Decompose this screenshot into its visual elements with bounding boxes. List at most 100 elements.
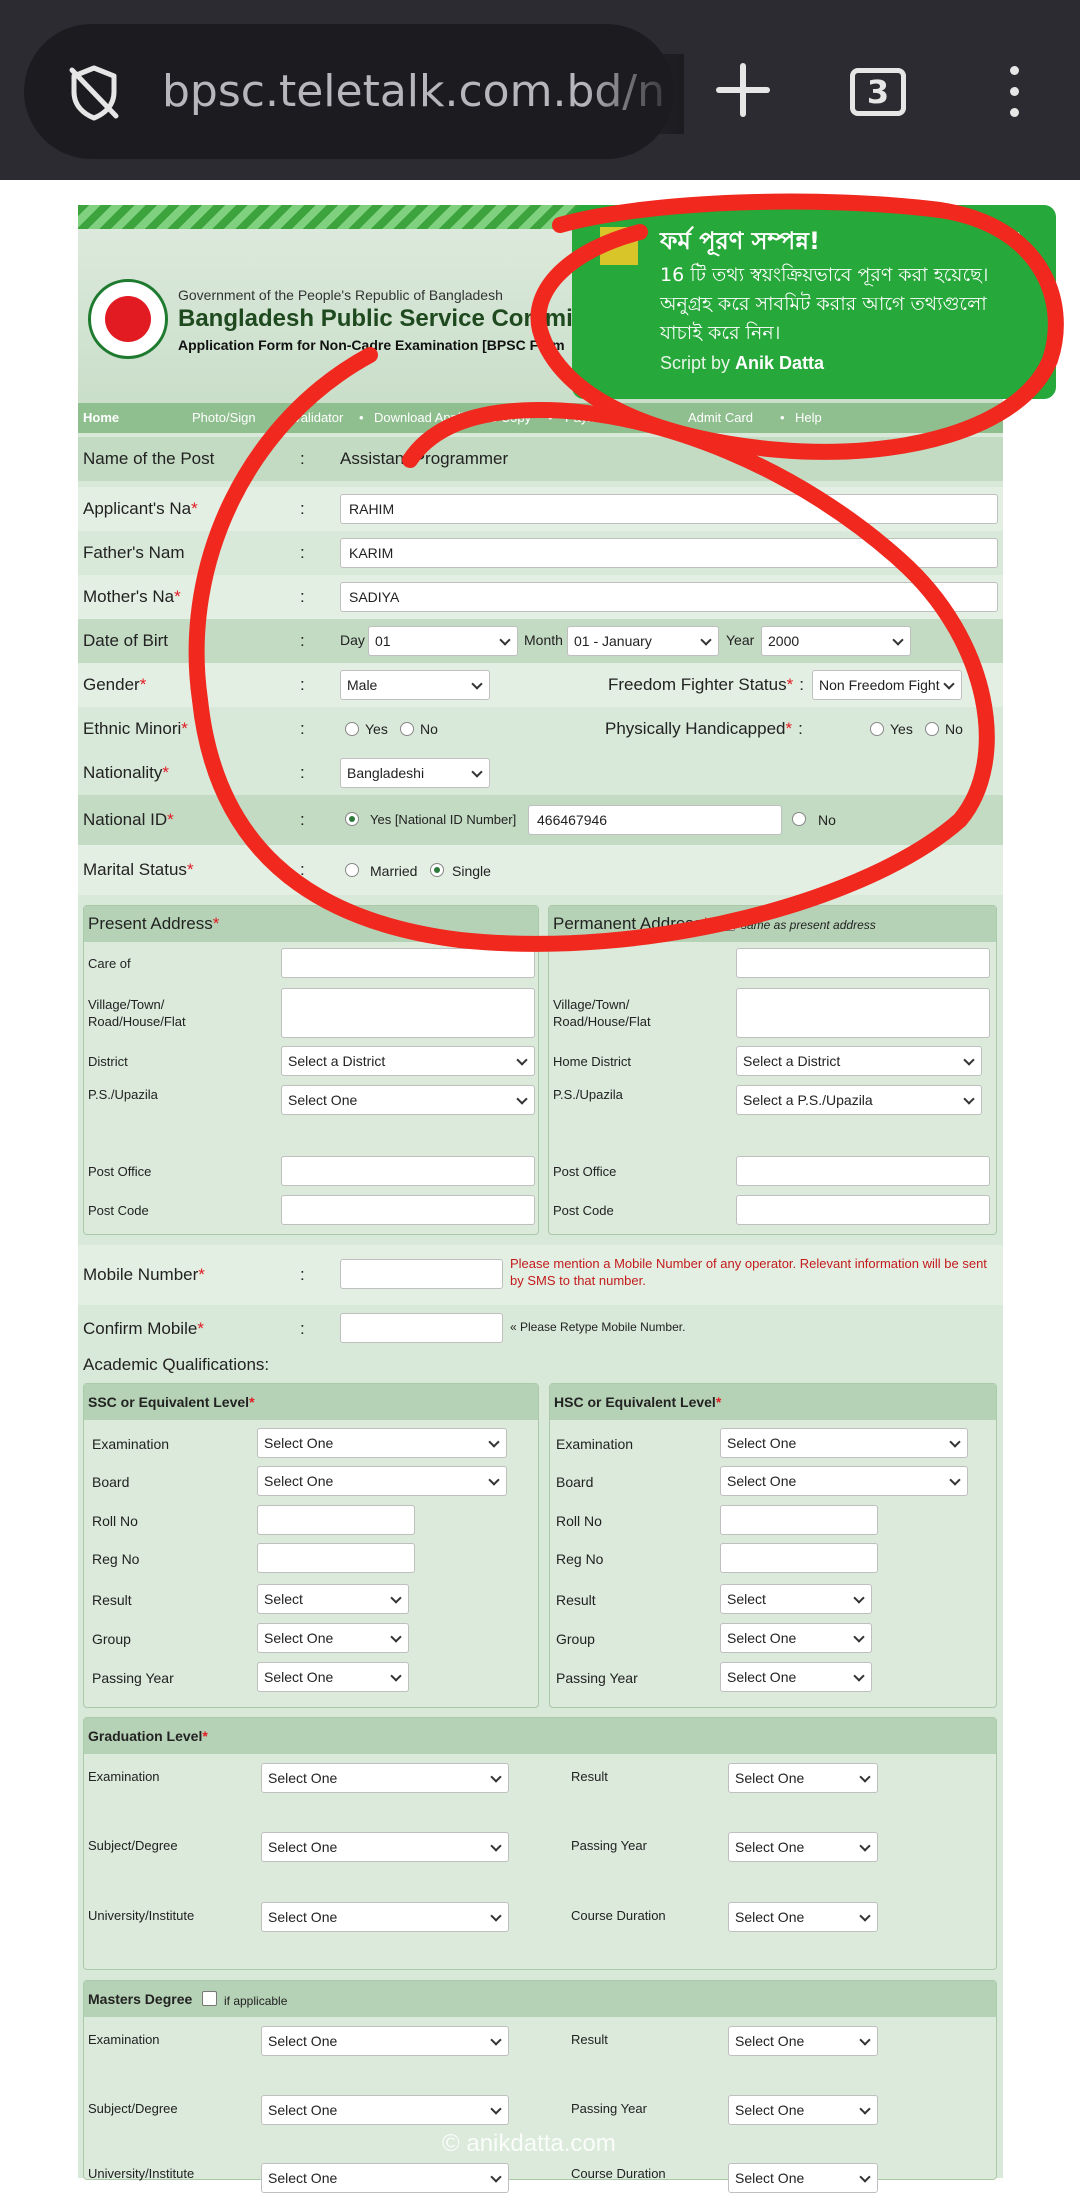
confirm-mobile-row: Confirm Mobile* : « Please Retype Mobile… — [78, 1305, 1003, 1353]
nid-yes-radio[interactable] — [345, 812, 359, 826]
hsc-reg-input[interactable] — [720, 1543, 878, 1573]
marital-row: Marital Status* : Married Single — [78, 845, 1003, 895]
nid-label: National ID* — [83, 810, 174, 829]
same-address-checkbox[interactable] — [720, 916, 735, 931]
present-post-office-input[interactable] — [281, 1156, 535, 1186]
nav-bar: Home Photo/Sign Validator • Download App… — [78, 403, 1003, 433]
colon: : — [300, 543, 305, 562]
grad-course-duration-select[interactable]: Select One — [728, 1902, 878, 1932]
handicap-label: Physically Handicapped*: — [605, 719, 803, 738]
address-bar[interactable]: bpsc.teletalk.com.bd/nc — [24, 24, 684, 159]
mother-name-input[interactable]: SADIYA — [340, 582, 998, 612]
colon: : — [300, 449, 305, 468]
govt-text: Government of the People's Republic of B… — [178, 287, 503, 303]
ssc-examination-select[interactable]: Select One — [257, 1428, 507, 1458]
nid-row: National ID* : Yes [National ID Number] … — [78, 795, 1003, 845]
masters-result-select[interactable]: Select One — [728, 2026, 878, 2056]
new-tab-icon[interactable] — [715, 62, 771, 118]
ssc-result-select[interactable]: Select — [257, 1584, 409, 1614]
grad-examination-select[interactable]: Select One — [261, 1763, 509, 1793]
district-label: District — [88, 1054, 128, 1069]
confirm-mobile-input[interactable] — [340, 1313, 503, 1343]
nid-no-radio[interactable] — [792, 812, 806, 826]
grad-passing-year-select[interactable]: Select One — [728, 1832, 878, 1862]
grad-subject-select[interactable]: Select One — [261, 1832, 509, 1862]
single-label: Single — [452, 863, 491, 879]
ssc-group-select[interactable]: Select One — [257, 1623, 409, 1653]
masters-subject-select[interactable]: Select One — [261, 2095, 509, 2125]
nav-photo-sign[interactable]: Photo/Sign — [192, 403, 256, 433]
masters-university-select[interactable]: Select One — [261, 2163, 509, 2193]
present-district-select[interactable]: Select a District — [281, 1046, 535, 1076]
permanent-post-code-input[interactable] — [736, 1195, 990, 1225]
ethnic-yes-radio[interactable] — [345, 722, 359, 736]
care-of-label: Care of — [88, 956, 131, 971]
masters-course-duration-select[interactable]: Select One — [728, 2163, 878, 2193]
handicap-yes-radio[interactable] — [870, 722, 884, 736]
ssc-reg-input[interactable] — [257, 1543, 415, 1573]
present-post-code-input[interactable] — [281, 1195, 535, 1225]
grad-result-select[interactable]: Select One — [728, 1763, 878, 1793]
ethnic-no-radio[interactable] — [400, 722, 414, 736]
hsc-result-select[interactable]: Select — [720, 1584, 872, 1614]
ethnic-no-label: No — [420, 721, 438, 737]
masters-applicable-checkbox[interactable] — [202, 1991, 217, 2006]
shield-off-icon[interactable] — [64, 62, 124, 122]
permanent-post-office-input[interactable] — [736, 1156, 990, 1186]
present-care-of-input[interactable] — [281, 948, 535, 978]
home-district-label: Home District — [553, 1054, 632, 1069]
tab-switcher-button[interactable]: 3 — [850, 68, 906, 116]
hsc-roll-input[interactable] — [720, 1505, 878, 1535]
hsc-group-select[interactable]: Select One — [720, 1623, 872, 1653]
nav-validator[interactable]: Validator — [293, 403, 343, 433]
nav-sep: • — [359, 410, 364, 425]
single-radio[interactable] — [430, 863, 444, 877]
day-select[interactable]: 01 — [368, 626, 518, 656]
reg-label: Reg No — [556, 1551, 604, 1567]
permanent-upazila-select[interactable]: Select a P.S./Upazila — [736, 1085, 982, 1115]
nav-home[interactable]: Home — [83, 403, 119, 433]
permanent-village-textarea[interactable] — [736, 988, 990, 1038]
menu-icon[interactable] — [1006, 66, 1022, 122]
result-label: Result — [571, 2032, 608, 2047]
nav-admit-card[interactable]: Admit Card — [688, 403, 753, 433]
nav-sep: • — [548, 410, 553, 425]
present-upazila-select[interactable]: Select One — [281, 1085, 535, 1115]
ssc-passing-year-select[interactable]: Select One — [257, 1662, 409, 1692]
father-name-input[interactable]: KARIM — [340, 538, 998, 568]
handicap-yes-label: Yes — [890, 721, 913, 737]
father-row: Father's Nam : KARIM — [78, 531, 1003, 575]
handicap-no-radio[interactable] — [925, 722, 939, 736]
ssc-board-select[interactable]: Select One — [257, 1466, 507, 1496]
masters-examination-select[interactable]: Select One — [261, 2026, 509, 2056]
ssc-roll-input[interactable] — [257, 1505, 415, 1535]
year-select[interactable]: 2000 — [761, 626, 911, 656]
course-duration-label: Course Duration — [571, 2166, 666, 2181]
present-address-heading: Present Address* — [84, 906, 538, 942]
present-village-textarea[interactable] — [281, 988, 535, 1038]
nav-help[interactable]: Help — [795, 403, 822, 433]
nationality-select[interactable]: Bangladeshi — [340, 758, 490, 788]
application-form-page: Government of the People's Republic of B… — [78, 205, 1003, 2193]
toast-icon — [600, 227, 638, 265]
permanent-district-select[interactable]: Select a District — [736, 1046, 982, 1076]
month-select[interactable]: 01 - January — [567, 626, 719, 656]
nid-input[interactable]: 466467946 — [528, 805, 782, 835]
roll-label: Roll No — [556, 1513, 602, 1529]
hsc-examination-select[interactable]: Select One — [720, 1428, 968, 1458]
gender-select[interactable]: Male — [340, 670, 490, 700]
grad-university-select[interactable]: Select One — [261, 1902, 509, 1932]
ff-status-select[interactable]: Non Freedom Fight — [812, 670, 962, 700]
close-icon[interactable]: × — [1008, 225, 1021, 251]
mobile-input[interactable] — [340, 1259, 503, 1289]
hsc-passing-year-select[interactable]: Select One — [720, 1662, 872, 1692]
applicant-name-input[interactable]: RAHIM — [340, 494, 998, 524]
married-radio[interactable] — [345, 863, 359, 877]
village-label: Village/Town/Road/House/Flat — [88, 997, 186, 1029]
nav-download[interactable]: Download Applicant's Copy — [374, 403, 531, 433]
permanent-care-of-input[interactable] — [736, 948, 990, 978]
masters-passing-year-select[interactable]: Select One — [728, 2095, 878, 2125]
hsc-board-select[interactable]: Select One — [720, 1466, 968, 1496]
nav-payment[interactable]: Payment — [565, 403, 616, 433]
same-address-label: same as present address — [741, 918, 876, 932]
